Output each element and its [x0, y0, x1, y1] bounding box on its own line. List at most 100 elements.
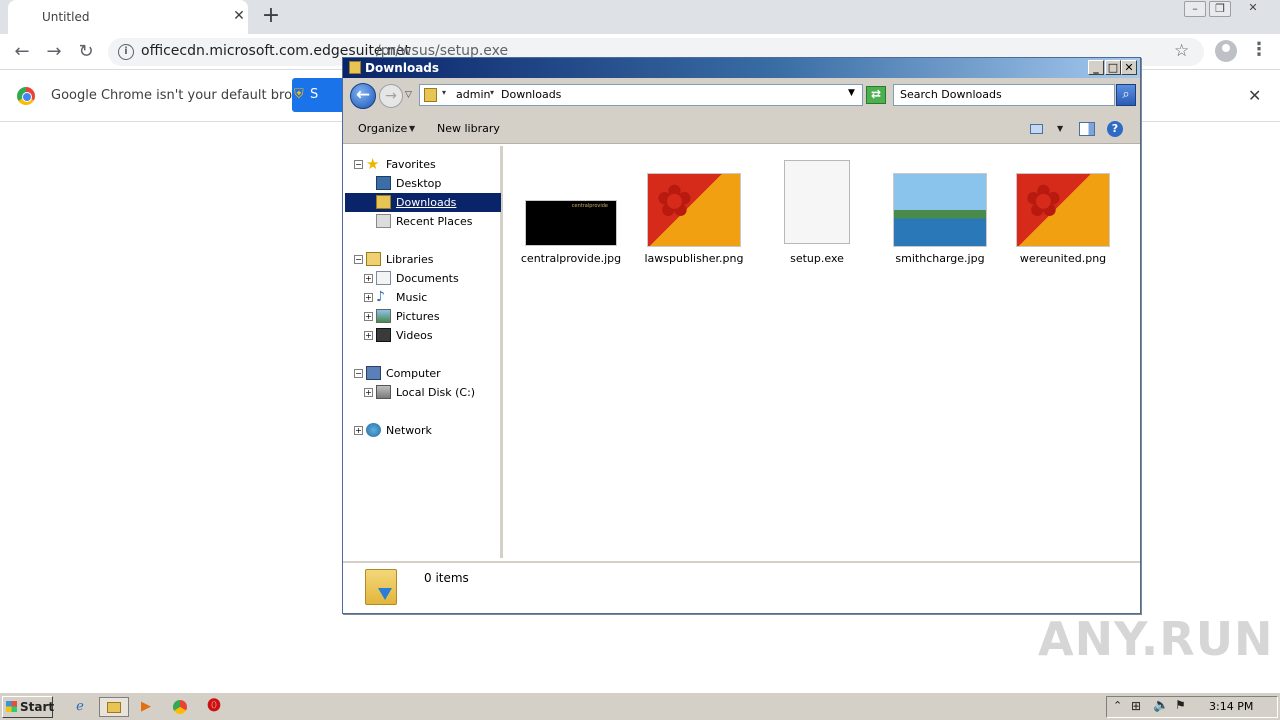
expand-icon[interactable]: + — [354, 426, 363, 435]
shield-icon: ⛨ — [294, 87, 304, 102]
expand-icon[interactable]: + — [364, 312, 373, 321]
info-icon[interactable]: i — [118, 44, 134, 60]
explorer-taskbar-icon[interactable] — [99, 697, 129, 717]
minimize-icon[interactable]: _ — [1088, 60, 1104, 75]
flower-icon: ✿ — [1025, 176, 1062, 227]
file-list: centralprovide centralprovide.jpg ✿ laws… — [506, 146, 1138, 558]
command-bar: Organize ▼ New library ▼ ? — [343, 114, 1140, 144]
tray-expand-icon[interactable]: ⌃ — [1113, 699, 1122, 712]
browser-tab[interactable]: Untitled ✕ — [8, 0, 248, 34]
tree-music[interactable]: + ♪ Music — [345, 288, 501, 307]
file-name: lawspublisher.png — [644, 252, 744, 265]
chrome-menu-icon[interactable]: ⋮ — [1250, 39, 1268, 60]
refresh-icon[interactable]: ⇄ — [866, 86, 886, 104]
expand-icon[interactable]: + — [364, 274, 373, 283]
infobar-close-icon[interactable]: ✕ — [1248, 86, 1261, 105]
address-dropdown-icon[interactable]: ▼ — [848, 88, 855, 98]
details-pane: 0 items — [343, 561, 1140, 613]
views-icon[interactable] — [1030, 124, 1043, 134]
collapse-icon[interactable]: − — [354, 160, 363, 169]
back-arrow-icon[interactable]: ← — [350, 83, 376, 109]
volume-icon[interactable]: 🔈 — [1153, 698, 1169, 713]
tree-label: Recent Places — [396, 215, 473, 228]
explorer-window: Downloads _ □ ✕ ← → ▽ ▾ admin ▾ Download… — [342, 57, 1141, 614]
media-player-icon[interactable]: ▶ — [135, 697, 157, 717]
network-tray-icon[interactable]: ⊞ — [1131, 699, 1141, 713]
chevron-down-icon[interactable]: ▾ — [442, 88, 446, 97]
tree-label: Videos — [396, 329, 433, 342]
tree-favorites[interactable]: − ★ Favorites — [345, 155, 501, 174]
tree-label: Documents — [396, 272, 459, 285]
file-item[interactable]: setup.exe — [762, 160, 872, 270]
tree-network[interactable]: + Network — [345, 421, 501, 440]
collapse-icon[interactable]: − — [354, 369, 363, 378]
forward-arrow-icon[interactable]: → — [379, 84, 403, 108]
new-tab-button[interactable]: + — [260, 4, 282, 28]
file-name: centralprovide.jpg — [520, 252, 622, 265]
thumbnail-text: centralprovide — [571, 203, 608, 209]
preview-pane-icon[interactable] — [1079, 122, 1095, 136]
tree-label: Pictures — [396, 310, 440, 323]
window-titlebar[interactable]: Downloads _ □ ✕ — [343, 58, 1140, 78]
expand-icon[interactable]: + — [364, 293, 373, 302]
tree-documents[interactable]: + Documents — [345, 269, 501, 288]
libraries-icon — [366, 252, 381, 266]
start-button[interactable]: Start — [2, 696, 54, 718]
computer-icon — [366, 366, 381, 380]
infobar-message: Google Chrome isn't your default browser — [51, 88, 323, 103]
clock[interactable]: 3:14 PM — [1209, 700, 1253, 713]
file-item[interactable]: smithcharge.jpg — [885, 160, 995, 270]
organize-button[interactable]: Organize — [358, 122, 407, 135]
profile-avatar-icon[interactable] — [1215, 40, 1237, 62]
file-item[interactable]: ✿ wereunited.png — [1008, 160, 1118, 270]
action-center-flag-icon[interactable]: ⚑ — [1175, 698, 1186, 712]
videos-icon — [376, 328, 391, 342]
close-icon[interactable]: ✕ — [1242, 1, 1264, 17]
chevron-down-icon[interactable]: ▼ — [1057, 124, 1063, 133]
collapse-icon[interactable]: − — [354, 255, 363, 264]
breadcrumb[interactable]: ▾ admin ▾ Downloads ▼ — [419, 84, 863, 106]
breadcrumb-admin[interactable]: admin — [456, 88, 490, 101]
tree-local-disk[interactable]: + Local Disk (C:) — [345, 383, 501, 402]
tree-desktop[interactable]: Desktop — [345, 174, 501, 193]
tree-label: Local Disk (C:) — [396, 386, 476, 399]
restore-icon[interactable]: ❐ — [1209, 1, 1231, 17]
tree-downloads[interactable]: Downloads — [345, 193, 501, 212]
file-name: smithcharge.jpg — [895, 252, 985, 265]
chrome-logo-icon — [173, 699, 187, 714]
folder-icon — [424, 88, 437, 102]
chrome-logo-icon — [17, 87, 35, 105]
network-icon — [366, 423, 381, 437]
tree-videos[interactable]: + Videos — [345, 326, 501, 345]
search-icon[interactable]: ⌕ — [1116, 84, 1136, 106]
chevron-down-icon[interactable]: ▾ — [490, 88, 494, 97]
chevron-down-icon[interactable]: ▼ — [409, 124, 415, 133]
expand-icon[interactable]: + — [364, 331, 373, 340]
recent-places-icon — [376, 214, 391, 228]
minimize-icon[interactable]: – — [1184, 1, 1206, 17]
history-dropdown-icon[interactable]: ▽ — [405, 90, 412, 100]
tree-label: Network — [386, 424, 432, 437]
maximize-icon[interactable]: □ — [1105, 60, 1121, 75]
file-item[interactable]: ✿ lawspublisher.png — [639, 160, 749, 270]
reload-icon[interactable]: ↻ — [74, 40, 98, 64]
tree-pictures[interactable]: + Pictures — [345, 307, 501, 326]
close-icon[interactable]: ✕ — [1121, 60, 1137, 75]
tree-libraries[interactable]: − Libraries — [345, 250, 501, 269]
bookmark-star-icon[interactable]: ☆ — [1174, 41, 1189, 61]
search-input[interactable]: Search Downloads — [893, 84, 1115, 106]
chrome-taskbar-icon[interactable] — [169, 697, 191, 717]
forward-arrow-icon[interactable]: → — [42, 40, 66, 64]
expand-icon[interactable]: + — [364, 388, 373, 397]
file-item[interactable]: centralprovide centralprovide.jpg — [516, 160, 626, 270]
tab-close-icon[interactable]: ✕ — [230, 7, 248, 25]
back-arrow-icon[interactable]: ← — [10, 40, 34, 64]
tree-recent-places[interactable]: Recent Places — [345, 212, 501, 231]
help-icon[interactable]: ? — [1107, 121, 1123, 137]
new-library-button[interactable]: New library — [437, 122, 500, 135]
folder-icon — [349, 61, 361, 74]
internet-explorer-icon[interactable]: ℯ — [69, 697, 91, 717]
stop-icon[interactable]: ⓿ — [203, 697, 225, 717]
breadcrumb-downloads[interactable]: Downloads — [501, 88, 561, 101]
tree-computer[interactable]: − Computer — [345, 364, 501, 383]
